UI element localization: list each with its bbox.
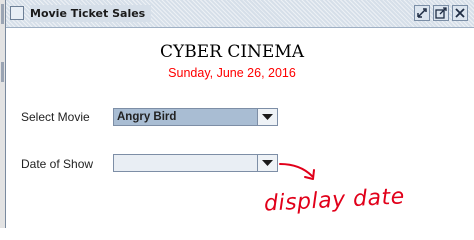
background-window-marker xyxy=(1,4,4,24)
chevron-down-icon xyxy=(262,114,273,120)
select-movie-label: Select Movie xyxy=(21,110,90,124)
background-window-marker xyxy=(1,62,4,82)
cinema-name-heading: CYBER CINEMA xyxy=(159,42,305,62)
close-icon xyxy=(455,8,465,18)
maximize-icon xyxy=(435,7,447,19)
restore-button[interactable] xyxy=(414,5,430,21)
annotation-note: display date xyxy=(263,184,406,217)
movie-combobox-value: Angry Bird xyxy=(114,109,257,125)
show-date-combobox-value xyxy=(114,155,257,171)
close-button[interactable] xyxy=(452,5,468,21)
window-title: Movie Ticket Sales xyxy=(30,5,152,22)
restore-icon xyxy=(417,8,427,18)
annotation-arrow xyxy=(279,163,315,180)
chevron-down-icon xyxy=(262,160,273,166)
movie-combobox[interactable]: Angry Bird xyxy=(113,108,278,126)
movie-ticket-window: Movie Ticket Sales CYBER CINEMA Sunday, … xyxy=(5,0,474,228)
maximize-button[interactable] xyxy=(433,5,449,21)
title-bar[interactable]: Movie Ticket Sales xyxy=(6,0,474,28)
window-app-icon xyxy=(10,6,24,20)
show-date-combobox[interactable] xyxy=(113,154,278,172)
movie-dropdown-button[interactable] xyxy=(257,109,277,125)
date-of-show-label: Date of Show xyxy=(21,157,94,171)
current-date-label: Sunday, June 26, 2016 xyxy=(168,66,296,80)
show-date-dropdown-button[interactable] xyxy=(257,155,277,171)
